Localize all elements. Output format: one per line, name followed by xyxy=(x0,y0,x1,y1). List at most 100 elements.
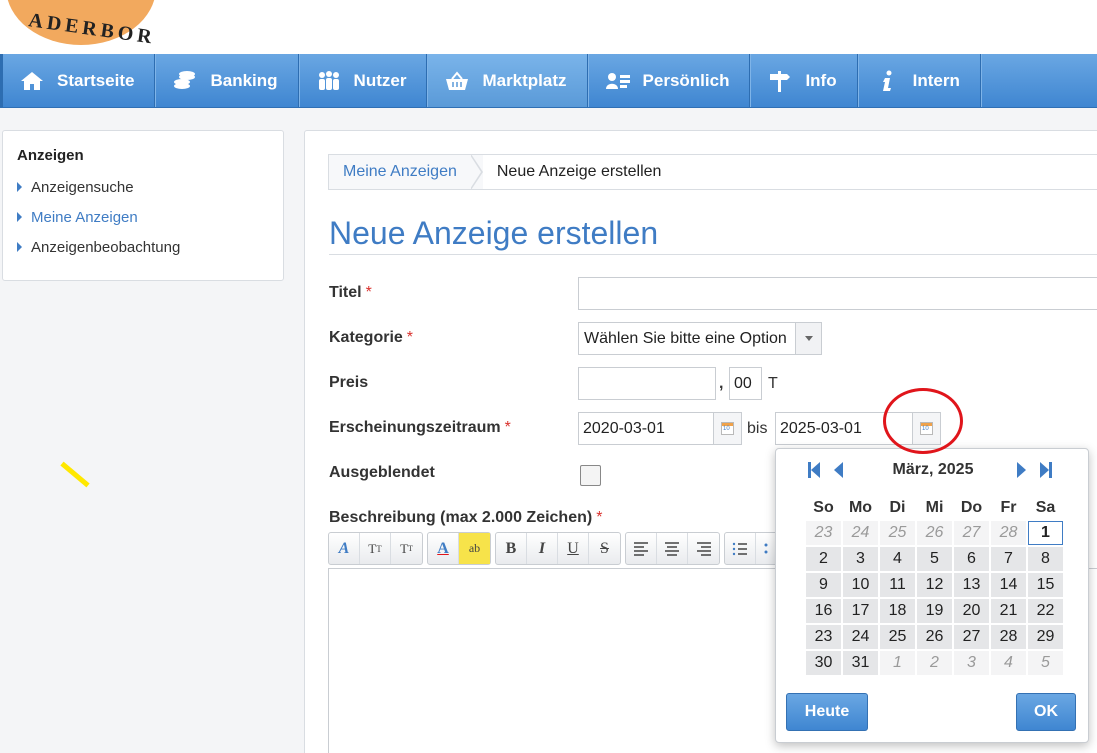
today-button[interactable]: Heute xyxy=(786,693,868,731)
font-style-icon[interactable]: A xyxy=(329,533,360,564)
day-cell[interactable]: 17 xyxy=(843,599,878,623)
day-cell[interactable]: 28 xyxy=(991,625,1026,649)
day-cell[interactable]: 26 xyxy=(917,521,952,545)
ausgeblendet-checkbox[interactable] xyxy=(580,465,601,486)
week-row: 23 24 25 26 27 28 1 xyxy=(806,521,1063,545)
zeitraum-from-value: 2020-03-01 xyxy=(583,419,665,437)
align-center-icon[interactable] xyxy=(657,533,688,564)
preis-cents-input[interactable]: 00 xyxy=(729,367,762,400)
zeitraum-from-input[interactable]: 2020-03-01 xyxy=(578,412,742,445)
day-cell[interactable]: 10 xyxy=(843,573,878,597)
day-cell[interactable]: 8 xyxy=(1028,547,1063,571)
day-cell[interactable]: 2 xyxy=(806,547,841,571)
day-cell[interactable]: 2 xyxy=(917,651,952,675)
font-size-up-icon[interactable]: TT xyxy=(360,533,391,564)
font-color-icon[interactable]: A xyxy=(428,533,459,564)
calendar-icon[interactable] xyxy=(713,413,741,444)
strikethrough-icon[interactable]: S xyxy=(589,533,620,564)
sidebar-title: Anzeigen xyxy=(17,147,84,164)
titel-input[interactable] xyxy=(578,277,1097,310)
breadcrumb-current: Neue Anzeige erstellen xyxy=(482,155,1097,189)
sidebar-item-meine-anzeigen[interactable]: Meine Anzeigen xyxy=(17,202,269,232)
day-cell[interactable]: 24 xyxy=(843,625,878,649)
day-cell[interactable]: 25 xyxy=(880,521,915,545)
coins-icon xyxy=(172,70,198,92)
day-cell[interactable]: 14 xyxy=(991,573,1026,597)
sidebar-item-anzeigenbeobachtung[interactable]: Anzeigenbeobachtung xyxy=(17,232,269,262)
day-cell[interactable]: 4 xyxy=(991,651,1026,675)
day-cell[interactable]: 1 xyxy=(880,651,915,675)
nav-item-startseite[interactable]: Startseite xyxy=(0,54,156,107)
nav-item-info[interactable]: Info xyxy=(750,54,858,107)
day-cell[interactable]: 28 xyxy=(991,521,1026,545)
preis-input[interactable] xyxy=(578,367,716,400)
day-cell[interactable]: 23 xyxy=(806,625,841,649)
zeitraum-label: Erscheinungszeitraum * xyxy=(329,419,511,437)
day-cell-selected[interactable]: 1 xyxy=(1028,521,1063,545)
week-row: 30 31 1 2 3 4 5 xyxy=(806,651,1063,675)
sidebar-item-anzeigensuche[interactable]: Anzeigensuche xyxy=(17,172,269,202)
day-cell[interactable]: 22 xyxy=(1028,599,1063,623)
day-cell[interactable]: 15 xyxy=(1028,573,1063,597)
font-size-down-icon[interactable]: TT xyxy=(391,533,422,564)
beschreibung-label: Beschreibung (max 2.000 Zeichen) * xyxy=(329,509,602,527)
day-cell[interactable]: 31 xyxy=(843,651,878,675)
bold-icon[interactable]: B xyxy=(496,533,527,564)
annotation-marker xyxy=(60,461,90,488)
nav-label: Marktplatz xyxy=(482,70,567,90)
day-cell[interactable]: 16 xyxy=(806,599,841,623)
weekday-label: Mo xyxy=(848,499,873,516)
weekday-label: Sa xyxy=(1035,499,1056,516)
chevron-down-icon[interactable] xyxy=(795,323,821,354)
next-month-icon[interactable] xyxy=(1017,461,1026,479)
kategorie-select[interactable]: Wählen Sie bitte eine Option xyxy=(578,322,822,355)
ok-button[interactable]: OK xyxy=(1016,693,1076,731)
day-cell[interactable]: 11 xyxy=(880,573,915,597)
day-cell[interactable]: 27 xyxy=(954,521,989,545)
day-cell[interactable]: 7 xyxy=(991,547,1026,571)
underline-icon[interactable]: U xyxy=(558,533,589,564)
nav-item-intern[interactable]: Intern xyxy=(857,54,981,107)
breadcrumb-parent-link[interactable]: Meine Anzeigen xyxy=(329,155,471,189)
day-cell[interactable]: 29 xyxy=(1028,625,1063,649)
italic-icon[interactable]: I xyxy=(527,533,558,564)
day-cell[interactable]: 4 xyxy=(880,547,915,571)
nav-item-marktplatz[interactable]: Marktplatz xyxy=(427,54,588,107)
day-cell[interactable]: 26 xyxy=(917,625,952,649)
nav-label: Intern xyxy=(912,70,960,90)
logo[interactable]: ADERBOR xyxy=(0,0,178,54)
nav-label: Info xyxy=(805,70,837,90)
nav-arrow xyxy=(1040,462,1049,478)
nav-item-nutzer[interactable]: Nutzer xyxy=(298,54,428,107)
datepicker-header: März, 2025 xyxy=(776,459,1090,483)
day-cell[interactable]: 3 xyxy=(954,651,989,675)
breadcrumb-separator xyxy=(469,154,483,190)
day-cell[interactable]: 9 xyxy=(806,573,841,597)
weekday-label: Mi xyxy=(925,499,944,516)
day-cell[interactable]: 3 xyxy=(843,547,878,571)
nav-item-banking[interactable]: Banking xyxy=(155,54,299,107)
day-cell[interactable]: 12 xyxy=(917,573,952,597)
day-cell[interactable]: 23 xyxy=(806,521,841,545)
weekday-label: Di xyxy=(889,499,906,516)
ordered-list-icon[interactable] xyxy=(725,533,756,564)
day-cell[interactable]: 19 xyxy=(917,599,952,623)
align-left-icon[interactable] xyxy=(626,533,657,564)
day-cell[interactable]: 18 xyxy=(880,599,915,623)
required-mark: * xyxy=(365,284,372,301)
highlight-icon[interactable]: ab xyxy=(459,533,490,564)
day-cell[interactable]: 30 xyxy=(806,651,841,675)
day-cell[interactable]: 21 xyxy=(991,599,1026,623)
day-cell[interactable]: 5 xyxy=(917,547,952,571)
last-month-icon[interactable] xyxy=(1040,461,1052,479)
day-cell[interactable]: 25 xyxy=(880,625,915,649)
day-cell[interactable]: 24 xyxy=(843,521,878,545)
day-cell[interactable]: 13 xyxy=(954,573,989,597)
day-cell[interactable]: 27 xyxy=(954,625,989,649)
day-cell[interactable]: 20 xyxy=(954,599,989,623)
nav-item-persoenlich[interactable]: Persönlich xyxy=(587,54,751,107)
day-cell[interactable]: 6 xyxy=(954,547,989,571)
nav-label: Startseite xyxy=(57,70,135,90)
day-cell[interactable]: 5 xyxy=(1028,651,1063,675)
align-right-icon[interactable] xyxy=(688,533,719,564)
